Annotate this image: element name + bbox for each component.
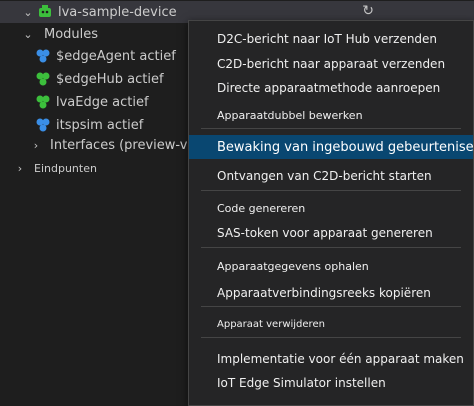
tree-item-module[interactable]: $edgeHub actief <box>0 68 164 90</box>
menu-item-start-receive-c2d[interactable]: Ontvangen van C2D-bericht starten <box>189 164 473 188</box>
module-label: itspsim actief <box>56 117 144 133</box>
module-green-icon <box>34 70 52 88</box>
menu-item-generate-sas-token[interactable]: SAS-token voor apparaat genereren <box>189 221 473 245</box>
menu-separator <box>201 190 461 191</box>
menu-item-send-d2c[interactable]: D2C-bericht naar IoT Hub verzenden <box>189 27 473 51</box>
menu-item-delete-device[interactable]: Apparaat verwijderen <box>189 312 473 336</box>
module-label: $edgeHub actief <box>56 71 164 87</box>
device-label: lva-sample-device <box>58 4 177 20</box>
tree-item-endpoints[interactable]: › Eindpunten <box>0 157 97 179</box>
menu-item-create-deployment[interactable]: Implementatie voor één apparaat maken <box>189 347 473 371</box>
menu-item-edit-device-twin[interactable]: Apparaatdubbel bewerken <box>189 103 473 127</box>
menu-separator <box>201 337 461 338</box>
menu-separator <box>201 128 461 129</box>
modules-label: Modules <box>44 26 99 42</box>
tree-item-modules[interactable]: ⌄ Modules <box>0 23 98 45</box>
menu-separator <box>201 306 461 307</box>
menu-item-generate-code[interactable]: Code genereren <box>189 196 473 220</box>
tree-item-module[interactable]: lvaEdge actief <box>0 91 149 113</box>
menu-item-send-c2d[interactable]: C2D-bericht naar apparaat verzenden <box>189 52 473 76</box>
refresh-icon[interactable]: ↻ <box>362 3 374 19</box>
chevron-right-icon[interactable]: › <box>28 139 44 152</box>
context-menu: D2C-bericht naar IoT Hub verzenden C2D-b… <box>188 20 474 406</box>
module-label: lvaEdge actief <box>56 94 149 110</box>
chevron-down-icon[interactable]: ⌄ <box>20 28 36 41</box>
menu-item-invoke-direct-method[interactable]: Directe apparaatmethode aanroepen <box>189 76 473 100</box>
chevron-down-icon[interactable]: ⌄ <box>20 6 36 19</box>
menu-item-setup-edge-simulator[interactable]: IoT Edge Simulator instellen <box>189 371 473 395</box>
tree-item-module[interactable]: itspsim actief <box>0 114 143 136</box>
module-label: $edgeAgent actief <box>56 48 176 64</box>
endpoints-label: Eindpunten <box>34 161 97 175</box>
device-icon <box>36 3 54 21</box>
module-green-icon <box>34 93 52 111</box>
menu-item-copy-connection-string[interactable]: Apparaatverbindingsreeks kopiëren <box>189 281 473 305</box>
chevron-right-icon[interactable]: › <box>12 162 28 175</box>
menu-item-start-monitoring[interactable]: Bewaking van ingebouwd gebeurteniseindpu… <box>189 135 473 159</box>
menu-separator <box>201 247 461 248</box>
module-blue-icon <box>34 47 52 65</box>
tree-item-module[interactable]: $edgeAgent actief <box>0 45 176 67</box>
module-blue-icon <box>34 116 52 134</box>
menu-item-get-device-info[interactable]: Apparaatgegevens ophalen <box>189 254 473 278</box>
